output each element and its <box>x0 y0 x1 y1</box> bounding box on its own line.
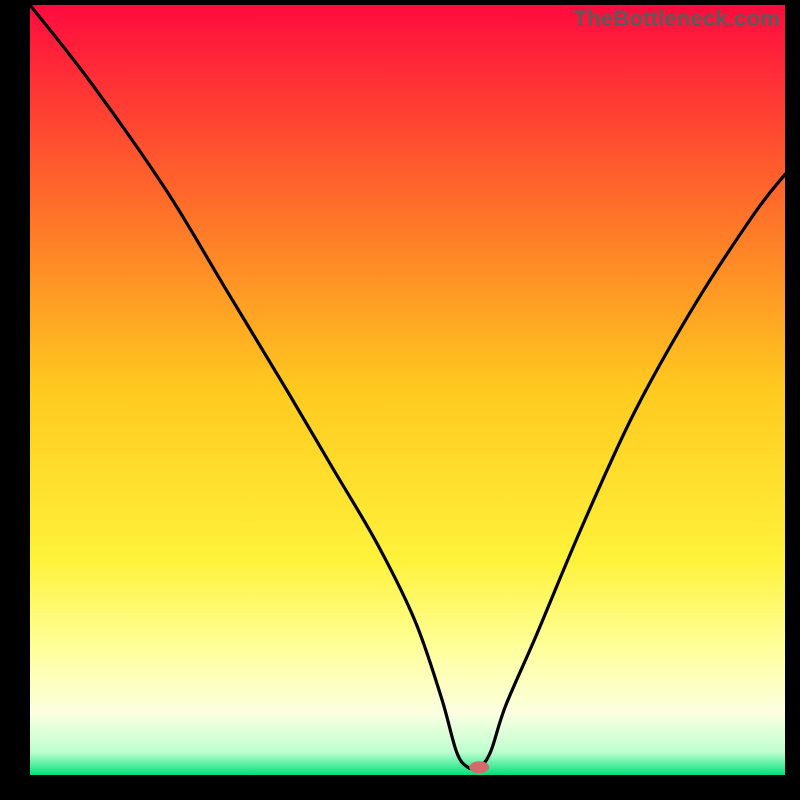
plot-area <box>30 5 785 775</box>
chart-frame: TheBottleneck.com <box>0 0 800 800</box>
optimal-marker-icon <box>469 761 489 773</box>
watermark-label: TheBottleneck.com <box>574 6 780 32</box>
gradient-background <box>30 5 785 775</box>
bottleneck-chart <box>30 5 785 775</box>
